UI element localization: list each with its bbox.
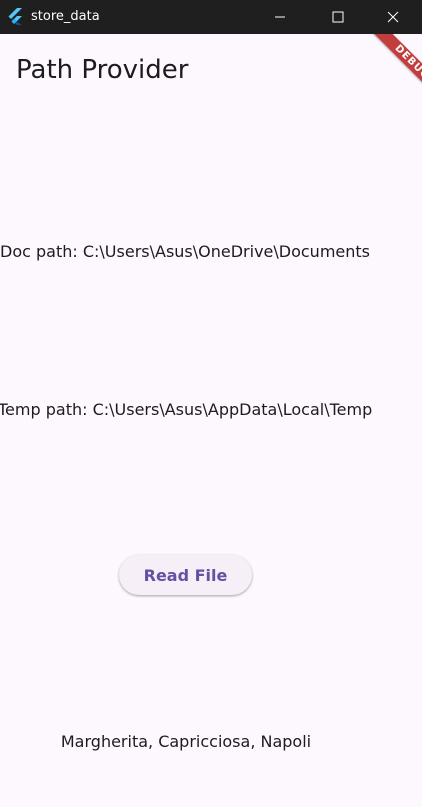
debug-banner-label: DEBUG	[370, 34, 422, 104]
app-window: store_data Path Provider DEBUG Doc path:…	[0, 0, 422, 807]
minimize-icon	[275, 16, 285, 18]
window-title: store_data	[31, 9, 100, 24]
title-bar[interactable]: store_data	[0, 0, 422, 34]
file-content-text: Margherita, Capricciosa, Napoli	[60, 732, 312, 751]
temp-path-text: Temp path: C:\Users\Asus\AppData\Local\T…	[0, 400, 373, 419]
page-title: Path Provider	[16, 55, 189, 85]
flutter-logo-icon	[8, 8, 22, 25]
doc-path-text: Doc path: C:\Users\Asus\OneDrive\Documen…	[0, 242, 370, 261]
debug-banner: DEBUG	[352, 34, 422, 104]
minimize-button[interactable]	[251, 0, 309, 34]
maximize-button[interactable]	[309, 0, 367, 34]
close-button[interactable]	[364, 0, 422, 34]
close-icon	[387, 11, 399, 23]
maximize-icon	[332, 11, 344, 23]
read-file-button[interactable]: Read File	[119, 555, 252, 595]
